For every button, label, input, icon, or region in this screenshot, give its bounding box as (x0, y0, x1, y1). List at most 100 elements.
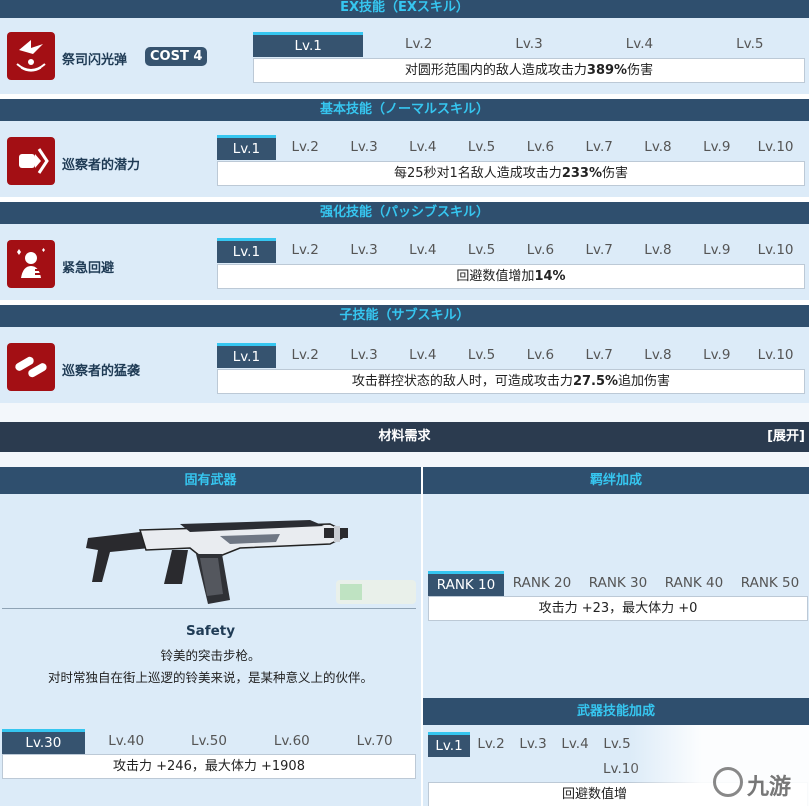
weapon-header: 固有武器 (0, 467, 421, 494)
tab-lv6[interactable]: Lv.6 (511, 238, 570, 263)
tab-lv4[interactable]: Lv.4 (393, 238, 452, 263)
basic-skill-section: 巡察者的潜力 Lv.1 Lv.2 Lv.3 Lv.4 Lv.5 Lv.6 Lv.… (0, 121, 809, 197)
basic-skill-value: 233% (561, 166, 602, 181)
tab-lv4[interactable]: Lv.4 (393, 343, 452, 368)
tab-lv60[interactable]: Lv.60 (250, 729, 333, 754)
tab-rank40[interactable]: RANK 40 (656, 571, 732, 596)
weapon-skill-header: 武器技能加成 (423, 698, 809, 725)
ex-skill-section: 祭司闪光弹 COST 4 Lv.1 Lv.2 Lv.3 Lv.4 Lv.5 对圆… (0, 18, 809, 94)
weapon-stats: 攻击力 +246，最大体力 +1908 (2, 754, 416, 779)
tab-lv8[interactable]: Lv.8 (629, 135, 688, 160)
tab-lv3[interactable]: Lv.3 (335, 135, 394, 160)
tab-lv3[interactable]: Lv.3 (335, 238, 394, 263)
tab-lv1[interactable]: Lv.1 (217, 135, 276, 160)
sub-skill-description: 攻击群控状态的敌人时，可造成攻击力27.5%追加伤害 (217, 369, 805, 394)
tab-lv2[interactable]: Lv.2 (276, 238, 335, 263)
sub-level-tabs: Lv.1 Lv.2 Lv.3 Lv.4 Lv.5 Lv.6 Lv.7 Lv.8 … (217, 343, 805, 368)
tab-lv2[interactable]: Lv.2 (470, 732, 512, 757)
spacer (0, 452, 809, 467)
tab-lv6[interactable]: Lv.6 (511, 135, 570, 160)
tab-lv40[interactable]: Lv.40 (85, 729, 168, 754)
tab-lv6[interactable]: Lv.6 (511, 343, 570, 368)
sub-skill-section: 巡察者的猛袭 Lv.1 Lv.2 Lv.3 Lv.4 Lv.5 Lv.6 Lv.… (0, 327, 809, 403)
tab-lv1[interactable]: Lv.1 (217, 238, 276, 263)
tab-lv10[interactable]: Lv.10 (746, 135, 805, 160)
tab-lv30[interactable]: Lv.30 (2, 729, 85, 754)
tab-lv5[interactable]: Lv.5 (452, 238, 511, 263)
tab-lv8[interactable]: Lv.8 (629, 343, 688, 368)
enhance-skill-header: 强化技能（パッシブスキル） (0, 202, 809, 224)
inventory-slot (336, 580, 416, 604)
tab-lv1[interactable]: Lv.1 (253, 32, 364, 57)
tab-lv3[interactable]: Lv.3 (474, 32, 584, 57)
weapon-name: Safety (185, 623, 236, 639)
expand-toggle[interactable]: [展开] (767, 422, 805, 452)
tab-lv10[interactable]: Lv.10 (746, 343, 805, 368)
tab-rank30[interactable]: RANK 30 (580, 571, 656, 596)
watermark-text: 九游 (747, 775, 792, 800)
tab-lv5[interactable]: Lv.5 (695, 32, 805, 57)
tab-lv3[interactable]: Lv.3 (335, 343, 394, 368)
ex-skill-value: 389% (586, 63, 628, 78)
ex-skill-name: 祭司闪光弹 (62, 53, 128, 68)
weapon-skill-panel: Lv.1 Lv.2 Lv.3 Lv.4 Lv.5 Lv.10 回避数值增 九游 (423, 725, 809, 806)
tab-lv9[interactable]: Lv.9 (687, 343, 746, 368)
sub-skill-header: 子技能（サブスキル） (0, 305, 809, 327)
ex-skill-header: EX技能（EXスキル） (0, 0, 809, 18)
tab-lv2[interactable]: Lv.2 (276, 135, 335, 160)
watermark-logo-icon (713, 767, 743, 797)
tab-lv70[interactable]: Lv.70 (333, 729, 416, 754)
tab-lv9[interactable]: Lv.9 (687, 135, 746, 160)
tab-rank20[interactable]: RANK 20 (504, 571, 580, 596)
materials-title: 材料需求 (378, 429, 431, 444)
enhance-skill-value: 14% (534, 269, 566, 284)
tab-lv5[interactable]: Lv.5 (452, 135, 511, 160)
weapon-divider (2, 608, 416, 609)
tab-lv2[interactable]: Lv.2 (276, 343, 335, 368)
tab-lv7[interactable]: Lv.7 (570, 238, 629, 263)
sub-skill-name: 巡察者的猛袭 (62, 364, 141, 379)
tab-lv8[interactable]: Lv.8 (629, 238, 688, 263)
tab-lv50[interactable]: Lv.50 (168, 729, 251, 754)
tab-lv5[interactable]: Lv.5 (452, 343, 511, 368)
tab-lv7[interactable]: Lv.7 (570, 343, 629, 368)
basic-level-tabs: Lv.1 Lv.2 Lv.3 Lv.4 Lv.5 Lv.6 Lv.7 Lv.8 … (217, 135, 805, 160)
tab-rank50[interactable]: RANK 50 (732, 571, 808, 596)
enhance-level-tabs: Lv.1 Lv.2 Lv.3 Lv.4 Lv.5 Lv.6 Lv.7 Lv.8 … (217, 238, 805, 263)
ex-skill-description: 对圆形范围内的敌人造成攻击力389%伤害 (253, 58, 805, 83)
enhance-skill-name: 紧急回避 (62, 261, 115, 276)
cost-badge: COST 4 (145, 47, 208, 66)
bond-stats: 攻击力 +23，最大体力 +0 (428, 596, 808, 621)
tab-lv3[interactable]: Lv.3 (512, 732, 554, 757)
tab-lv2[interactable]: Lv.2 (363, 32, 473, 57)
tab-lv9[interactable]: Lv.9 (687, 238, 746, 263)
basic-skill-header: 基本技能（ノーマルスキル） (0, 99, 809, 121)
weapon-skill-tabs: Lv.1 Lv.2 Lv.3 Lv.4 Lv.5 (428, 732, 638, 757)
weapon-desc-line2: 对时常独自在街上巡逻的铃美来说，是某种意义上的伙伴。 (47, 670, 373, 685)
basic-skill-description: 每25秒对1名敌人造成攻击力233%伤害 (217, 161, 805, 186)
tab-rank10[interactable]: RANK 10 (428, 571, 504, 596)
watermark: 九游 (629, 725, 809, 806)
weapon-desc-line1: 铃美的突击步枪。 (160, 648, 261, 663)
ex-level-tabs: Lv.1 Lv.2 Lv.3 Lv.4 Lv.5 (253, 32, 805, 57)
tab-lv10[interactable]: Lv.10 (746, 238, 805, 263)
tab-lv1[interactable]: Lv.1 (428, 732, 470, 757)
bond-header: 羁绊加成 (423, 467, 809, 494)
bond-panel: RANK 10 RANK 20 RANK 30 RANK 40 RANK 50 … (423, 494, 809, 698)
spacer (0, 403, 809, 422)
double-bullet-icon (7, 343, 55, 391)
assault-rifle-image (80, 508, 350, 618)
tab-lv4[interactable]: Lv.4 (393, 135, 452, 160)
tab-lv1[interactable]: Lv.1 (217, 343, 276, 368)
enhance-skill-section: 紧急回避 Lv.1 Lv.2 Lv.3 Lv.4 Lv.5 Lv.6 Lv.7 … (0, 224, 809, 300)
weapon-level-tabs: Lv.30 Lv.40 Lv.50 Lv.60 Lv.70 (2, 729, 416, 754)
dodge-person-icon (7, 240, 55, 288)
enhance-skill-description: 回避数值增加14% (217, 264, 805, 289)
bond-rank-tabs: RANK 10 RANK 20 RANK 30 RANK 40 RANK 50 (428, 571, 808, 596)
weapon-panel: Safety 铃美的突击步枪。 对时常独自在街上巡逻的铃美来说，是某种意义上的伙… (0, 494, 421, 806)
tab-lv4[interactable]: Lv.4 (584, 32, 694, 57)
materials-bar[interactable]: 材料需求 [展开] (0, 422, 809, 452)
tab-lv7[interactable]: Lv.7 (570, 135, 629, 160)
tab-lv4[interactable]: Lv.4 (554, 732, 596, 757)
bullet-dash-icon (7, 137, 55, 185)
